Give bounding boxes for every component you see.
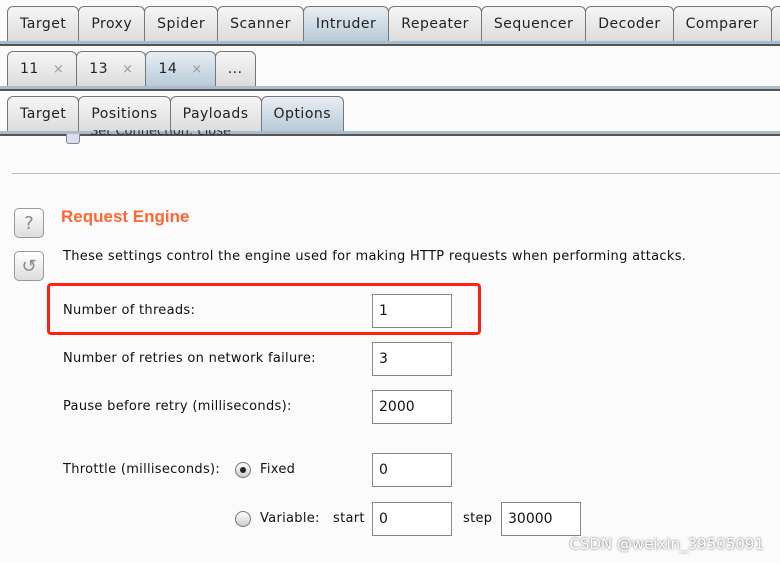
tab-scanner[interactable]: Scanner [217, 6, 304, 41]
subtab-target[interactable]: Target [7, 96, 80, 131]
pause-input[interactable]: 2000 [372, 390, 452, 424]
tab-target[interactable]: Target [7, 6, 80, 41]
clipped-option-label: Set Connection: close [90, 130, 232, 139]
new-tab-button[interactable]: ... [214, 51, 256, 86]
sub-tab-bar: Target Positions Payloads Options [0, 96, 780, 136]
variable-radio[interactable] [235, 511, 251, 527]
highlight-box [47, 283, 481, 335]
retries-label: Number of retries on network failure: [63, 351, 316, 366]
attack-tab-13[interactable]: 13 × [76, 51, 147, 86]
tab-intruder[interactable]: Intruder [302, 6, 390, 41]
variable-label: Variable: [260, 511, 320, 526]
attack-tab-bar: 11 × 13 × 14 × ... [0, 51, 780, 91]
tab-spider[interactable]: Spider [144, 6, 219, 41]
retries-input[interactable]: 3 [372, 342, 452, 376]
subtab-options[interactable]: Options [260, 96, 345, 131]
fixed-label: Fixed [260, 462, 296, 477]
tab-decoder[interactable]: Decoder [585, 6, 674, 41]
help-icon[interactable]: ? [14, 208, 44, 238]
tab-proxy[interactable]: Proxy [78, 6, 146, 41]
start-input[interactable]: 0 [372, 502, 452, 536]
attack-tab-label: 13 [89, 61, 109, 77]
watermark: CSDN @weixin_39505091 [569, 535, 764, 553]
close-icon[interactable]: × [53, 62, 64, 77]
tab-repeater[interactable]: Repeater [388, 6, 482, 41]
section-title: Request Engine [61, 207, 190, 226]
subtab-payloads[interactable]: Payloads [169, 96, 262, 131]
subtab-positions[interactable]: Positions [78, 96, 171, 131]
fixed-radio[interactable] [235, 462, 251, 478]
step-label: step [463, 511, 493, 526]
attack-tab-14[interactable]: 14 × [145, 51, 216, 86]
tab-comparer[interactable]: Comparer [672, 6, 772, 41]
close-icon[interactable]: × [191, 62, 202, 77]
tab-sequencer[interactable]: Sequencer [480, 6, 587, 41]
attack-tab-label: 14 [158, 61, 178, 77]
tab-extender[interactable]: Ex [770, 6, 780, 41]
pause-label: Pause before retry (milliseconds): [63, 399, 292, 414]
step-input[interactable]: 30000 [501, 502, 581, 536]
section-description: These settings control the engine used f… [63, 249, 687, 264]
attack-tab-11[interactable]: 11 × [7, 51, 78, 86]
section-divider [12, 173, 780, 174]
main-tab-bar: Target Proxy Spider Scanner Intruder Rep… [0, 6, 780, 46]
checkbox[interactable] [66, 134, 80, 144]
reset-icon[interactable]: ↺ [14, 251, 44, 281]
throttle-label: Throttle (milliseconds): [63, 462, 221, 477]
fixed-input[interactable]: 0 [372, 453, 452, 487]
start-label: start [333, 511, 365, 526]
close-icon[interactable]: × [122, 62, 133, 77]
attack-tab-label: 11 [20, 61, 39, 77]
